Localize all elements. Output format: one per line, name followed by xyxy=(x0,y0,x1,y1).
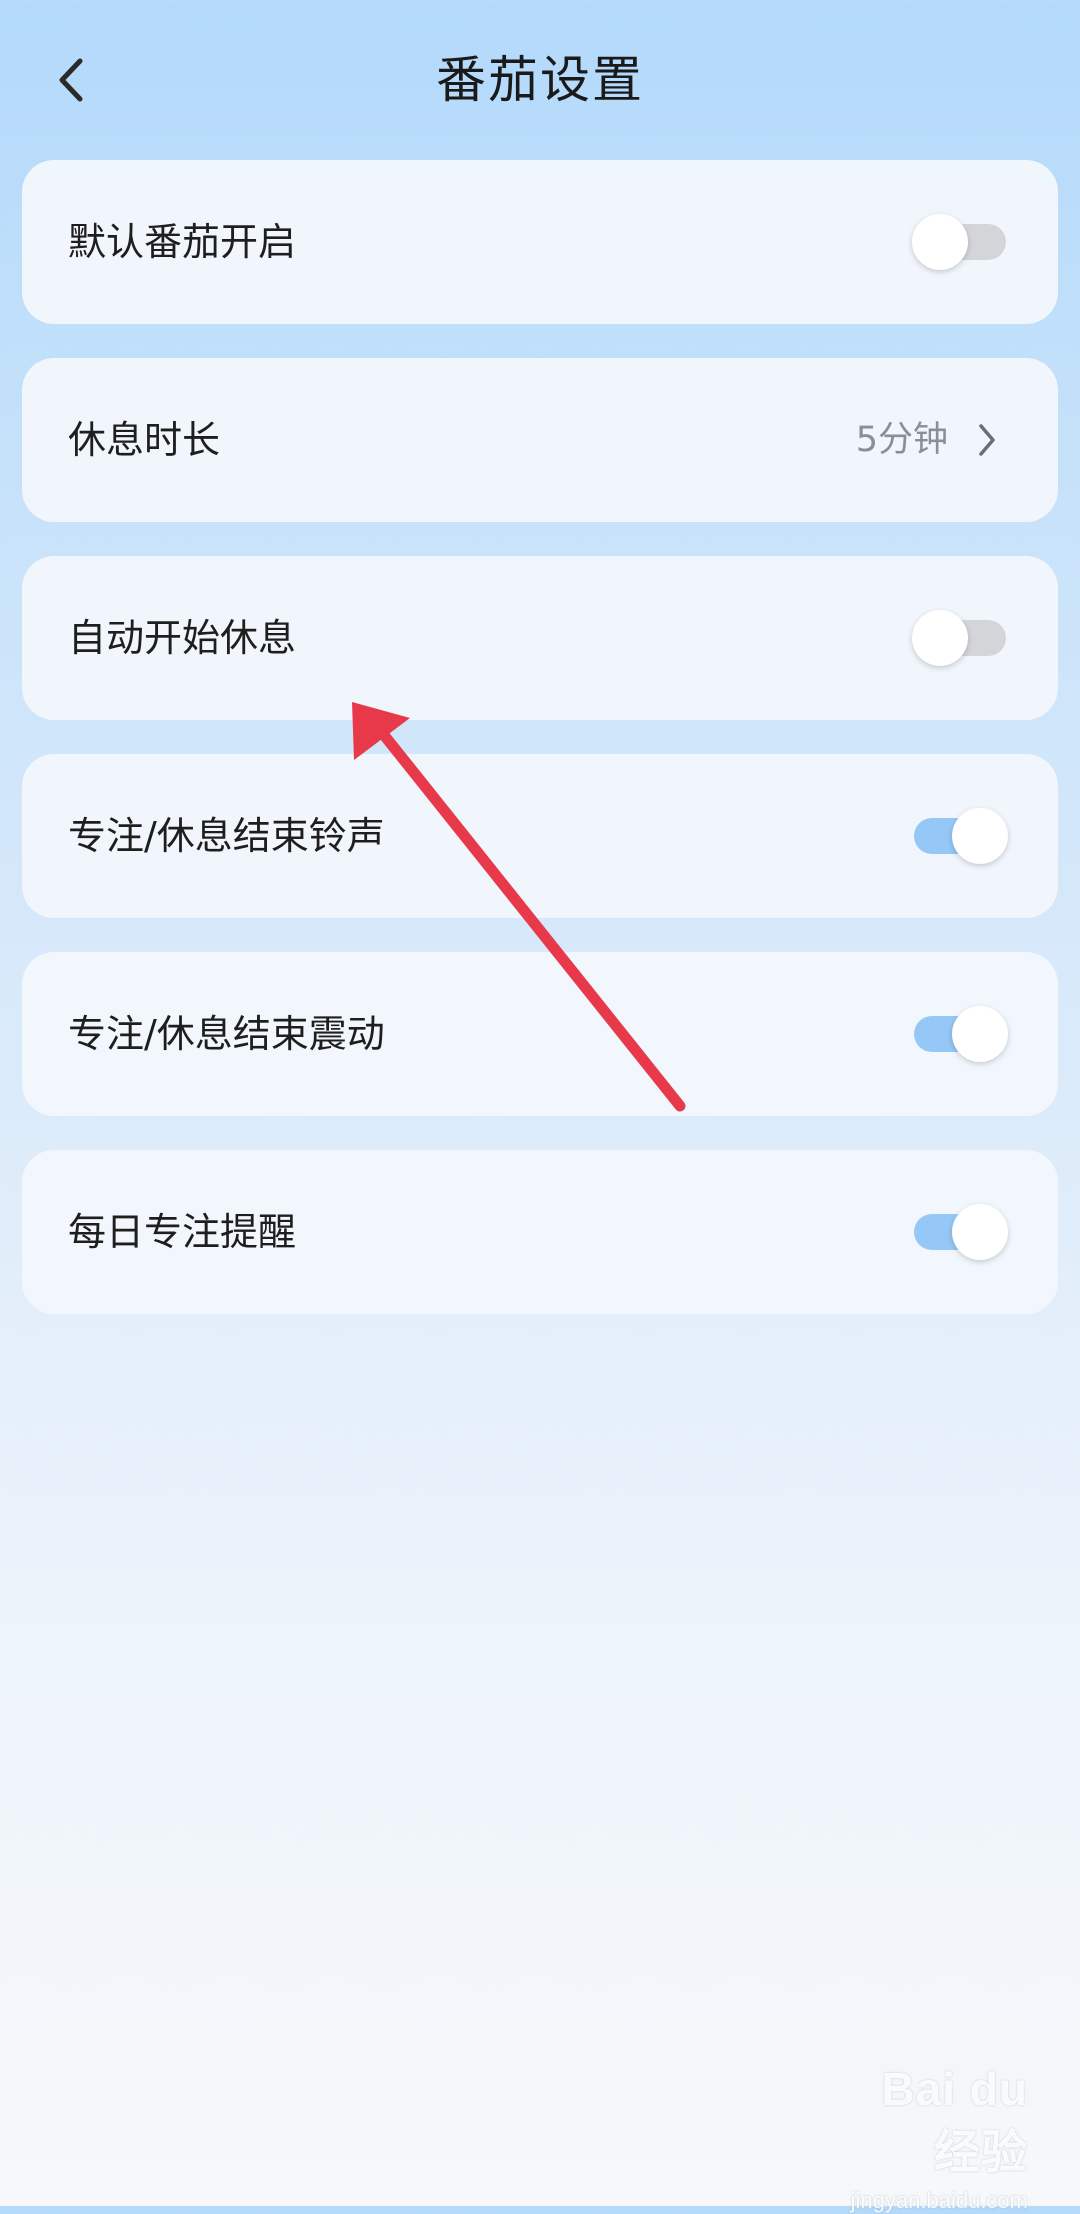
setting-label: 每日专注提醒 xyxy=(68,1210,297,1254)
end-ringtone-toggle[interactable] xyxy=(912,808,1008,864)
setting-label: 休息时长 xyxy=(68,418,221,462)
watermark-url: jingyan.baidu.com xyxy=(850,2188,1028,2213)
setting-label: 自动开始休息 xyxy=(68,616,297,660)
setting-label: 专注/休息结束震动 xyxy=(68,1012,385,1056)
header-bar: 番茄设置 xyxy=(0,0,1080,160)
chevron-left-icon xyxy=(59,58,83,102)
toggle-knob xyxy=(912,214,968,270)
daily-reminder-toggle[interactable] xyxy=(912,1204,1008,1260)
chevron-right-icon xyxy=(979,424,995,456)
setting-row-daily-reminder[interactable]: 每日专注提醒 xyxy=(22,1150,1058,1314)
setting-row-end-vibration[interactable]: 专注/休息结束震动 xyxy=(22,952,1058,1116)
back-button[interactable] xyxy=(42,44,102,116)
setting-row-auto-rest[interactable]: 自动开始休息 xyxy=(22,556,1058,720)
watermark-logo: Bai du 经验 xyxy=(881,2063,1028,2178)
rest-duration-value: 5分钟 xyxy=(855,420,948,460)
setting-row-rest-duration[interactable]: 休息时长 5分钟 xyxy=(22,358,1058,522)
baidu-jingyan-watermark: Bai du 经验 jingyan.baidu.com xyxy=(828,2062,1028,2213)
default-tomato-toggle[interactable] xyxy=(912,214,1008,270)
setting-row-end-ringtone[interactable]: 专注/休息结束铃声 xyxy=(22,754,1058,918)
toggle-knob xyxy=(952,1204,1008,1260)
auto-rest-toggle[interactable] xyxy=(912,610,1008,666)
setting-label: 默认番茄开启 xyxy=(68,220,297,264)
toggle-knob xyxy=(912,610,968,666)
page-title: 番茄设置 xyxy=(436,51,644,109)
toggle-knob xyxy=(952,1006,1008,1062)
end-vibration-toggle[interactable] xyxy=(912,1006,1008,1062)
setting-row-default-tomato[interactable]: 默认番茄开启 xyxy=(22,160,1058,324)
setting-label: 专注/休息结束铃声 xyxy=(68,814,385,858)
toggle-knob xyxy=(952,808,1008,864)
